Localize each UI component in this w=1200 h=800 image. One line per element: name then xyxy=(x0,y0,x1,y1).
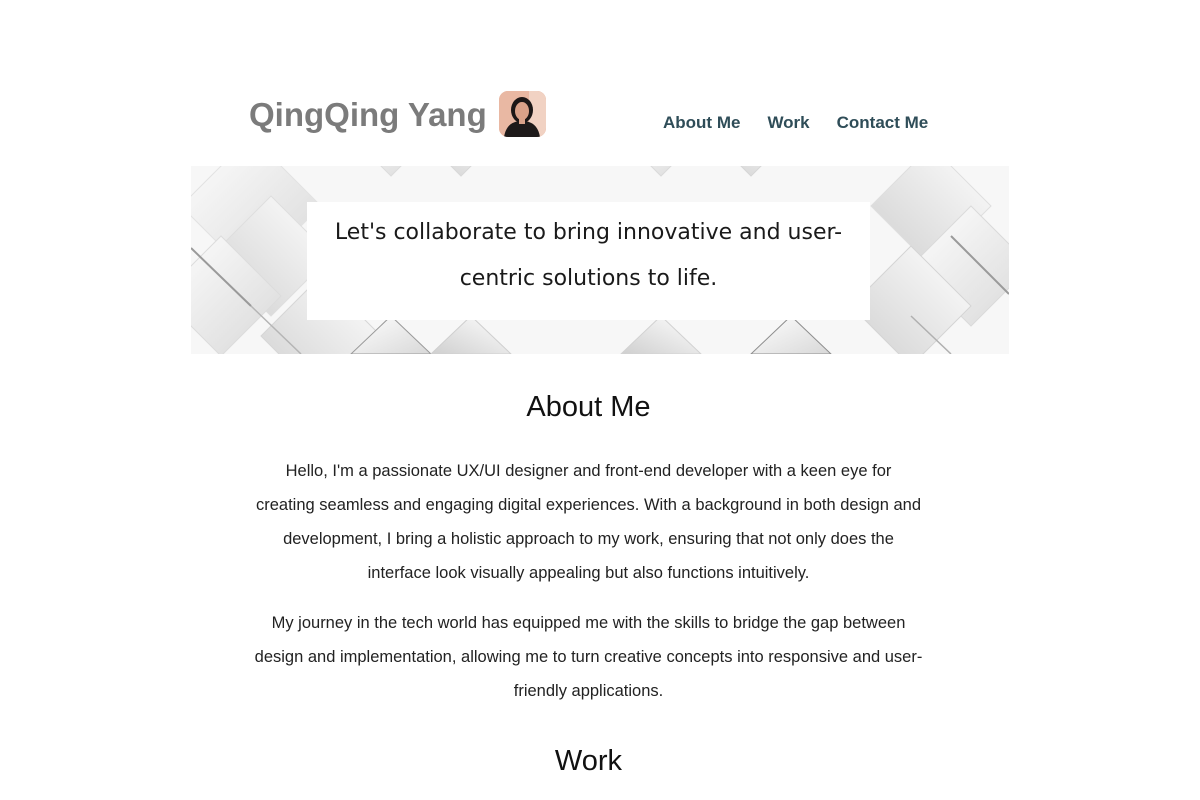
about-title-text: About Me xyxy=(526,391,651,423)
about-paragraph-1: Hello, I'm a passionate UX/UI designer a… xyxy=(255,462,921,582)
nav-link-contact-me[interactable]: Contact Me xyxy=(837,112,929,134)
about-section-title: About Me xyxy=(0,391,1200,424)
site-header: QingQing Yang About Me Work Contact Me xyxy=(0,0,1200,166)
site-name[interactable]: QingQing Yang xyxy=(249,95,487,135)
hero-tagline: Let's collaborate to bring innovative an… xyxy=(334,220,843,291)
profile-photo xyxy=(499,91,546,137)
work-title-text: Work xyxy=(554,745,623,777)
main-nav: About Me Work Contact Me xyxy=(663,112,928,134)
nav-link-work[interactable]: Work xyxy=(767,112,809,134)
work-section-title: Work xyxy=(0,745,1200,778)
avatar xyxy=(499,91,546,137)
nav-link-about-me[interactable]: About Me xyxy=(663,112,740,134)
hero-banner: Let's collaborate to bring innovative an… xyxy=(191,166,1009,354)
about-paragraph-2: My journey in the tech world has equippe… xyxy=(254,614,923,700)
